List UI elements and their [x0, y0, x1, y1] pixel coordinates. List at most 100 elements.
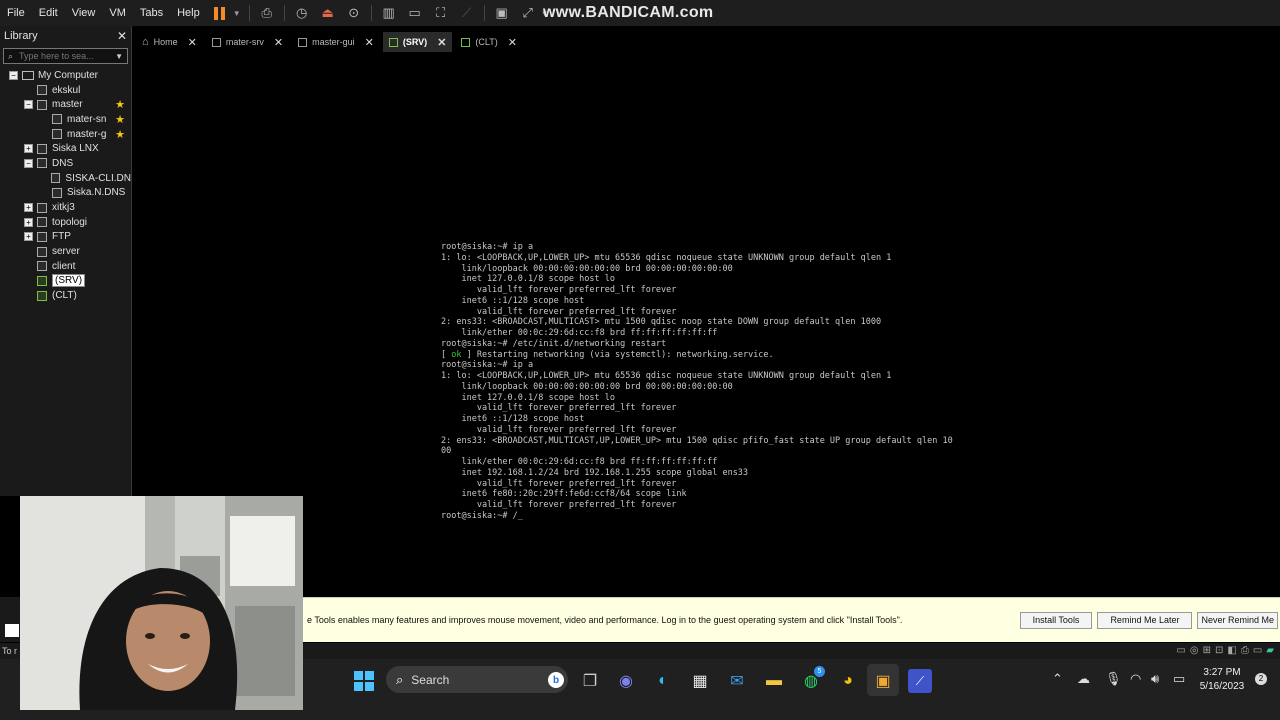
tree-item[interactable]: server	[0, 244, 131, 259]
tree-item[interactable]: + Siska LNX	[0, 141, 131, 156]
expand-icon[interactable]: +	[24, 232, 33, 242]
tab[interactable]: (CLT) ✕	[455, 32, 523, 52]
library-search-input[interactable]: ⌕ Type here to sea... ▼	[3, 48, 128, 64]
close-icon[interactable]: ✕	[188, 36, 197, 49]
console-line: 1: lo: <LOOPBACK,UP,LOWER_UP> mtu 65536 …	[441, 371, 892, 381]
tree-item[interactable]: ekskul	[0, 83, 131, 98]
menu-file[interactable]: File	[0, 0, 32, 26]
toolbar-separator	[483, 5, 485, 21]
tree-item[interactable]: SISKA-CLI.DN	[0, 171, 131, 186]
tree-item[interactable]: − My Computer	[0, 68, 131, 83]
console-view-button[interactable]: ▣	[491, 2, 513, 24]
close-icon[interactable]: ✕	[508, 36, 517, 49]
close-icon[interactable]: ✕	[365, 36, 374, 49]
tab-bar: ⌂ Home ✕ mater-srv ✕ master-gui ✕ (SRV) ✕ (CLT) ✕	[136, 32, 526, 52]
tree-item-label: master	[52, 99, 83, 111]
chevron-down-icon[interactable]: ▼	[115, 52, 123, 61]
snapshot-manager-button[interactable]: ⊙	[343, 2, 365, 24]
close-icon[interactable]: ✕	[274, 36, 283, 49]
tree-item[interactable]: (CLT)	[0, 288, 131, 303]
menu-vm[interactable]: VM	[102, 0, 133, 26]
expand-icon[interactable]: +	[24, 217, 33, 227]
remind-me-later-button[interactable]: Remind Me Later	[1097, 611, 1193, 629]
show-library-button[interactable]: ▥	[378, 2, 400, 24]
tab[interactable]: ⌂ Home ✕	[136, 32, 203, 52]
battery-icon[interactable]: ▭	[1173, 671, 1185, 687]
tree-item[interactable]: Siska.N.DNS	[0, 186, 131, 201]
expand-icon[interactable]: +	[24, 144, 33, 154]
tree-item[interactable]: (SRV)	[0, 274, 131, 289]
menu-help[interactable]: Help	[170, 0, 207, 26]
unity-button[interactable]: ⟋	[456, 2, 478, 24]
tab[interactable]: (SRV) ✕	[382, 32, 453, 52]
file-explorer-icon[interactable]: ▬	[762, 669, 786, 693]
install-tools-button[interactable]: Install Tools	[1019, 611, 1093, 629]
collapse-icon[interactable]: −	[24, 158, 33, 168]
edge-icon[interactable]: ◐	[651, 669, 675, 693]
console-line: valid_lft forever preferred_lft forever	[441, 478, 677, 489]
collapse-icon[interactable]: −	[9, 70, 18, 80]
bing-icon[interactable]: b	[548, 672, 564, 688]
tree-item[interactable]: + FTP	[0, 230, 131, 245]
microsoft-store-icon[interactable]: ▦	[688, 669, 712, 693]
menu-edit[interactable]: Edit	[32, 0, 65, 26]
cd-dvd-icon[interactable]: ◎	[1190, 645, 1199, 656]
console-line: valid_lft forever preferred_lft forever	[441, 424, 677, 435]
wifi-icon[interactable]: ◠	[1130, 671, 1141, 687]
pause-button[interactable]	[209, 2, 231, 24]
tree-item-label: mater-sn	[67, 113, 107, 125]
thumbnail-bar-button[interactable]: ▭	[404, 2, 426, 24]
tree-item[interactable]: mater-sn ★	[0, 112, 131, 127]
tree-item-label: FTP	[52, 231, 71, 243]
collapse-icon[interactable]: −	[24, 100, 33, 110]
volume-icon[interactable]: 🔊︎	[1151, 671, 1159, 687]
tree-item[interactable]: client	[0, 259, 131, 274]
tree-item[interactable]: − master ★	[0, 97, 131, 112]
send-ctrl-alt-del-button[interactable]: ⎙	[256, 2, 278, 24]
hard-disk-icon[interactable]: ▭	[1176, 645, 1185, 656]
windows-start-icon[interactable]	[352, 669, 376, 693]
display-icon[interactable]: ▭	[1253, 645, 1262, 656]
message-log-icon[interactable]: ▰	[1266, 645, 1274, 656]
vm-console[interactable]: root@siska:~# ip a 1: lo: <LOOPBACK,UP,LO…	[441, 242, 1041, 522]
expand-icon[interactable]: +	[24, 203, 33, 213]
revert-snapshot-button[interactable]: ⏏	[317, 2, 339, 24]
notification-count-badge[interactable]: 2	[1255, 673, 1267, 685]
mail-icon[interactable]: ✉	[725, 669, 749, 693]
tab[interactable]: master-gui ✕	[292, 32, 380, 52]
task-view-icon[interactable]: ❐	[578, 669, 602, 693]
sound-icon[interactable]: ◧	[1227, 645, 1236, 656]
stretch-guest-button[interactable]: ⤢	[517, 2, 539, 24]
tree-item[interactable]: master-g ★	[0, 127, 131, 142]
network-adapter-icon[interactable]: ⊞	[1203, 645, 1211, 656]
toolbar-separator	[283, 5, 285, 21]
pause-dropdown-caret[interactable]: ▼	[233, 9, 241, 18]
full-screen-button[interactable]: ⛶	[430, 2, 452, 24]
usb-icon[interactable]: ⊡	[1215, 645, 1223, 656]
taskbar-search[interactable]: ⌕ Search	[386, 666, 568, 693]
microphone-icon[interactable]: 🎙︎	[1105, 671, 1122, 687]
menu-view[interactable]: View	[65, 0, 103, 26]
close-icon[interactable]: ✕	[117, 29, 127, 43]
show-hidden-icons[interactable]: ⌃	[1052, 671, 1063, 687]
vm-running-icon	[37, 275, 47, 286]
tab-label: (SRV)	[402, 37, 428, 47]
menu-tabs[interactable]: Tabs	[133, 0, 170, 26]
onedrive-icon[interactable]: ☁	[1077, 671, 1090, 687]
tree-item[interactable]: − DNS	[0, 156, 131, 171]
bandicam-icon[interactable]: ⟋	[908, 669, 932, 693]
tab[interactable]: mater-srv ✕	[206, 32, 289, 52]
vm-icon	[298, 37, 308, 47]
snapshot-button[interactable]: ◷	[291, 2, 313, 24]
tree-item[interactable]: + topologi	[0, 215, 131, 230]
chrome-icon[interactable]: ◕	[836, 669, 860, 693]
taskbar-clock[interactable]: 3:27 PM 5/16/2023	[1196, 666, 1248, 694]
never-remind-me-button[interactable]: Never Remind Me	[1197, 611, 1278, 629]
home-icon: ⌂	[142, 36, 149, 48]
tree-item[interactable]: + xitkj3	[0, 200, 131, 215]
teams-chat-icon[interactable]: ◉	[614, 669, 638, 693]
close-icon[interactable]: ✕	[437, 36, 446, 49]
clock-time: 3:27 PM	[1203, 667, 1241, 678]
printer-icon[interactable]: ⎙	[1241, 645, 1249, 656]
vmware-workstation-icon[interactable]: ▣	[871, 669, 895, 693]
